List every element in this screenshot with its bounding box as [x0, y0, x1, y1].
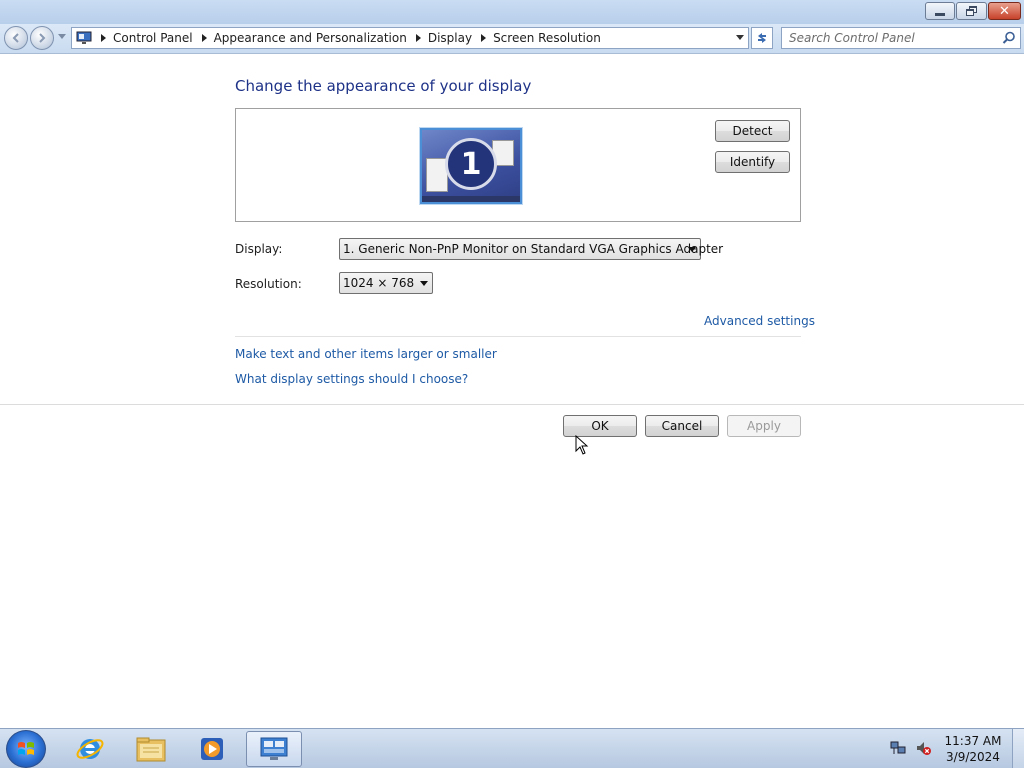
close-button[interactable]: ✕	[988, 2, 1021, 20]
display-select[interactable]: 1. Generic Non-PnP Monitor on Standard V…	[339, 238, 723, 260]
resolution-select-value: 1024 × 768	[343, 276, 415, 290]
control-panel-icon	[76, 31, 92, 44]
cancel-button[interactable]: Cancel	[645, 415, 719, 437]
ok-button[interactable]: OK	[563, 415, 637, 437]
resolution-label: Resolution:	[235, 277, 302, 291]
search-icon[interactable]	[1002, 31, 1016, 45]
media-player-icon	[201, 738, 223, 760]
internet-explorer-icon	[76, 739, 104, 759]
minimize-icon	[935, 13, 945, 16]
display-label: Display:	[235, 242, 283, 256]
forward-button[interactable]	[30, 26, 54, 50]
page-title: Change the appearance of your display	[235, 77, 532, 95]
breadcrumb-separator-icon[interactable]	[101, 34, 106, 42]
minimize-button[interactable]	[925, 2, 955, 20]
windows-explorer-icon	[136, 737, 166, 762]
restore-button[interactable]	[956, 2, 987, 20]
control-panel-icon	[260, 737, 288, 760]
windows-logo-icon	[18, 742, 34, 755]
monitor-number: 1	[460, 146, 482, 182]
advanced-settings-link[interactable]: Advanced settings	[704, 314, 815, 328]
search-input[interactable]	[782, 28, 992, 48]
show-desktop-button[interactable]	[1012, 729, 1024, 768]
forward-arrow-icon	[39, 33, 46, 43]
identify-button[interactable]: Identify	[715, 151, 790, 173]
back-button[interactable]	[4, 26, 28, 50]
address-dropdown-icon[interactable]	[736, 35, 744, 40]
text-size-link[interactable]: Make text and other items larger or smal…	[235, 347, 497, 361]
breadcrumb-screen-resolution[interactable]: Screen Resolution	[493, 31, 601, 45]
taskbar-windows-explorer[interactable]	[123, 731, 179, 767]
taskbar-media-player[interactable]	[184, 731, 240, 767]
breadcrumb-appearance[interactable]: Appearance and Personalization	[214, 31, 407, 45]
chevron-down-icon	[420, 281, 428, 286]
volume-muted-icon[interactable]	[915, 740, 931, 756]
display-preview-panel: 1 Detect Identify	[235, 108, 801, 222]
navigation-bar: Control Panel Appearance and Personaliza…	[0, 24, 1024, 54]
breadcrumb-separator-icon[interactable]	[481, 34, 487, 42]
search-box[interactable]	[781, 27, 1021, 49]
title-bar: ✕	[0, 0, 1024, 24]
display-help-link[interactable]: What display settings should I choose?	[235, 372, 468, 386]
monitor-1-icon[interactable]: 1	[420, 128, 522, 204]
taskbar	[0, 728, 1024, 768]
chevron-down-icon	[688, 247, 696, 252]
display-select-value: 1. Generic Non-PnP Monitor on Standard V…	[343, 242, 724, 256]
network-icon[interactable]	[890, 740, 906, 756]
close-icon: ✕	[999, 3, 1010, 19]
breadcrumb-separator-icon[interactable]	[415, 34, 421, 42]
breadcrumb-control-panel[interactable]: Control Panel	[113, 31, 193, 45]
mouse-pointer-icon	[575, 435, 589, 455]
taskbar-clock[interactable]: 11:37 AM 3/9/2024	[940, 733, 1006, 765]
clock-date: 3/9/2024	[946, 750, 1000, 764]
recent-pages-button[interactable]	[58, 33, 66, 41]
back-arrow-icon	[12, 33, 19, 43]
breadcrumb-display[interactable]: Display	[428, 31, 472, 45]
footer-divider	[0, 404, 1024, 405]
apply-button[interactable]: Apply	[727, 415, 801, 437]
taskbar-internet-explorer[interactable]	[62, 731, 118, 767]
breadcrumb-separator-icon[interactable]	[201, 34, 207, 42]
refresh-button[interactable]	[751, 27, 773, 49]
detect-button[interactable]: Detect	[715, 120, 790, 142]
clock-time: 11:37 AM	[944, 734, 1002, 748]
refresh-icon	[758, 33, 766, 43]
divider	[235, 336, 801, 337]
taskbar-control-panel[interactable]	[246, 731, 302, 767]
chevron-down-icon	[58, 34, 66, 39]
restore-icon	[965, 6, 978, 16]
address-bar[interactable]: Control Panel Appearance and Personaliza…	[71, 27, 749, 49]
start-button[interactable]	[6, 730, 46, 768]
resolution-select[interactable]: 1024 × 768	[339, 272, 433, 294]
